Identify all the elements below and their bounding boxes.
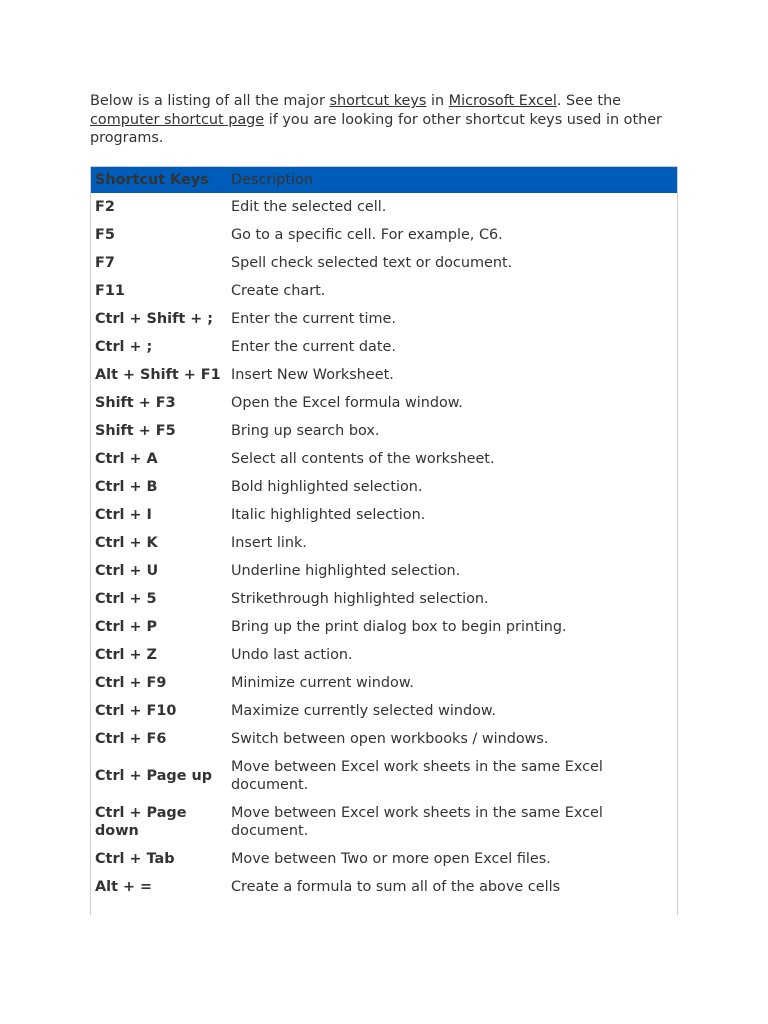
table-row: Ctrl + I Italic highlighted selection. [91, 501, 677, 529]
shortcut-key-cell: Ctrl + Tab [95, 851, 175, 867]
description-cell: Switch between open workbooks / windows. [231, 731, 549, 747]
shortcut-key-cell: Ctrl + Page up [95, 768, 213, 784]
shortcut-key-cell: Ctrl + P [95, 619, 158, 635]
shortcut-key-cell: Ctrl + I [95, 507, 152, 523]
table-row: Ctrl + A Select all contents of the works… [91, 445, 677, 473]
shortcut-key-cell: Ctrl + A [95, 451, 158, 467]
shortcut-key-cell: Ctrl + Page down [95, 805, 187, 839]
shortcut-key-cell: Ctrl + Z [95, 647, 157, 663]
description-cell: Move between Two or more open Excel file… [231, 851, 551, 867]
table-row: Ctrl + 5 Strikethrough highlighted select… [91, 585, 677, 613]
intro-paragraph: Below is a listing of all the major shor… [90, 92, 670, 148]
description-cell: Edit the selected cell. [231, 199, 387, 215]
shortcut-table: Shortcut Keys Description F2 Edit the sel… [91, 167, 677, 901]
description-cell: Open the Excel formula window. [231, 395, 463, 411]
table-row: Ctrl + U Underline highlighted selection. [91, 557, 677, 585]
shortcut-key-cell: Ctrl + F9 [95, 675, 167, 691]
intro-text: . See the [556, 93, 622, 109]
table-row: F2 Edit the selected cell. [91, 193, 677, 221]
table-row: Alt + = Create a formula to sum all of th… [91, 873, 677, 901]
description-cell: Enter the current date. [231, 339, 396, 355]
table-header-row: Shortcut Keys Description [91, 167, 677, 193]
header-description: Description [227, 167, 677, 193]
description-cell: Italic highlighted selection. [231, 507, 426, 523]
table-row: Ctrl + Page up Move between Excel work sh… [91, 753, 677, 799]
header-shortcut-keys: Shortcut Keys [91, 167, 227, 193]
table-row: Ctrl + F6 Switch between open workbooks /… [91, 725, 677, 753]
shortcut-key-cell: F11 [95, 283, 125, 299]
table-row: Ctrl + F9 Minimize current window. [91, 669, 677, 697]
shortcut-key-cell: Ctrl + ; [95, 339, 153, 355]
table-row: Shift + F3 Open the Excel formula window. [91, 389, 677, 417]
description-cell: Underline highlighted selection. [231, 563, 461, 579]
description-cell: Create chart. [231, 283, 326, 299]
shortcut-key-cell: Ctrl + U [95, 563, 159, 579]
description-cell: Move between Excel work sheets in the sa… [231, 759, 603, 793]
description-cell: Strikethrough highlighted selection. [231, 591, 489, 607]
shortcut-key-cell: Ctrl + B [95, 479, 158, 495]
description-cell: Go to a specific cell. For example, C6. [231, 227, 503, 243]
shortcut-key-cell: Ctrl + K [95, 535, 158, 551]
description-cell: Bold highlighted selection. [231, 479, 423, 495]
description-cell: Spell check selected text or document. [231, 255, 513, 271]
table-row: Ctrl + Page down Move between Excel work … [91, 799, 677, 845]
table-row: Ctrl + Tab Move between Two or more open … [91, 845, 677, 873]
shortcut-key-cell: Ctrl + F10 [95, 703, 177, 719]
shortcut-key-cell: Ctrl + Shift + ; [95, 311, 214, 327]
table-row: F11 Create chart. [91, 277, 677, 305]
description-cell: Maximize currently selected window. [231, 703, 496, 719]
table-row: Ctrl + Shift + ; Enter the current time. [91, 305, 677, 333]
intro-text: in [426, 93, 449, 109]
shortcut-key-cell: Alt + = [95, 879, 153, 895]
table-row: F5 Go to a specific cell. For example, C6… [91, 221, 677, 249]
computer-shortcut-page-link[interactable]: computer shortcut page [90, 112, 264, 128]
table-row: Ctrl + Z Undo last action. [91, 641, 677, 669]
table-row: Ctrl + B Bold highlighted selection. [91, 473, 677, 501]
intro-text: Below is a listing of all the major [90, 93, 330, 109]
shortcut-key-cell: Shift + F5 [95, 423, 176, 439]
description-cell: Move between Excel work sheets in the sa… [231, 805, 603, 839]
description-cell: Insert New Worksheet. [231, 367, 394, 383]
table-row: Shift + F5 Bring up search box. [91, 417, 677, 445]
description-cell: Enter the current time. [231, 311, 396, 327]
description-cell: Insert link. [231, 535, 307, 551]
shortcut-key-cell: Shift + F3 [95, 395, 176, 411]
table-row: Ctrl + ; Enter the current date. [91, 333, 677, 361]
table-row: Ctrl + P Bring up the print dialog box to… [91, 613, 677, 641]
description-cell: Create a formula to sum all of the above… [231, 879, 561, 895]
table-row: Alt + Shift + F1 Insert New Worksheet. [91, 361, 677, 389]
microsoft-excel-link[interactable]: Microsoft Excel [449, 93, 557, 109]
shortcut-key-cell: F7 [95, 255, 115, 271]
shortcut-key-cell: Ctrl + F6 [95, 731, 167, 747]
shortcut-key-cell: F5 [95, 227, 115, 243]
shortcut-key-cell: F2 [95, 199, 115, 215]
table-row: Ctrl + K Insert link. [91, 529, 677, 557]
description-cell: Bring up the print dialog box to begin p… [231, 619, 567, 635]
description-cell: Undo last action. [231, 647, 353, 663]
shortcut-key-cell: Ctrl + 5 [95, 591, 157, 607]
description-cell: Select all contents of the worksheet. [231, 451, 495, 467]
table-row: F7 Spell check selected text or document. [91, 249, 677, 277]
description-cell: Minimize current window. [231, 675, 414, 691]
table-row: Ctrl + F10 Maximize currently selected wi… [91, 697, 677, 725]
shortcut-keys-link[interactable]: shortcut keys [329, 93, 426, 109]
shortcut-key-cell: Alt + Shift + F1 [95, 367, 221, 383]
description-cell: Bring up search box. [231, 423, 380, 439]
shortcut-table-container: Shortcut Keys Description F2 Edit the sel… [90, 166, 678, 915]
